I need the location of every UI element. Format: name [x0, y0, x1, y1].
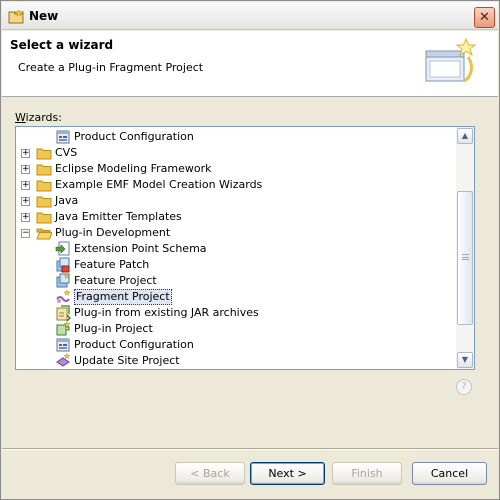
- tree-item[interactable]: Product Configuration: [16, 337, 456, 353]
- wizards-label-accelerator: W: [15, 111, 26, 124]
- tree-item-label: Plug-in from existing JAR archives: [74, 306, 259, 319]
- wizards-label-text: izards:: [25, 111, 62, 124]
- tree-item[interactable]: Plug-in from existing JAR archives: [16, 305, 456, 322]
- folder-icon: [36, 193, 52, 209]
- back-button[interactable]: < Back: [175, 462, 245, 485]
- page-title: Select a wizard: [10, 38, 114, 52]
- update-site-icon: [55, 352, 71, 369]
- footer-separator: [2, 448, 498, 450]
- tree-item[interactable]: Plug-in Project: [16, 320, 456, 337]
- fragment-project-icon: [55, 289, 71, 305]
- tree-item-label: Fragment Project: [74, 289, 172, 305]
- tree-item[interactable]: Product Configuration: [16, 129, 456, 145]
- title-bar[interactable]: New ✕: [2, 2, 498, 30]
- folder-icon: [36, 177, 52, 193]
- tree-item[interactable]: Extension Point Schema: [16, 241, 456, 257]
- tree-item[interactable]: + Java Emitter Templates: [16, 209, 456, 225]
- page-description: Create a Plug-in Fragment Project: [18, 61, 204, 74]
- expand-icon[interactable]: +: [21, 149, 30, 158]
- scroll-thumb[interactable]: [457, 191, 473, 325]
- tree-vertical-scrollbar[interactable]: ▲ ▼: [456, 127, 474, 369]
- scroll-up-button[interactable]: ▲: [457, 128, 473, 144]
- tree-item-label: Feature Project: [74, 274, 157, 287]
- tree-item-label: Eclipse Modeling Framework: [55, 162, 212, 175]
- expand-icon[interactable]: +: [21, 181, 30, 190]
- plugin-project-icon: [55, 320, 71, 337]
- folder-icon: [36, 145, 52, 161]
- expand-icon[interactable]: +: [21, 197, 30, 206]
- new-wizard-dialog: New ✕ Select a wizard Create a Plug-in F…: [0, 0, 500, 500]
- next-button[interactable]: Next >: [250, 462, 325, 485]
- tree-item-label: Java Emitter Templates: [55, 210, 182, 223]
- open-folder-icon: [36, 225, 53, 241]
- tree-item[interactable]: Feature Patch: [16, 257, 456, 273]
- tree-item[interactable]: − Plug-in Development: [16, 225, 456, 241]
- feature-patch-icon: [55, 257, 71, 273]
- expand-icon[interactable]: +: [21, 213, 30, 222]
- plugin-jar-icon: [55, 305, 71, 322]
- wizards-label: Wizards:: [15, 111, 62, 124]
- tree-item[interactable]: Feature Project: [16, 272, 456, 289]
- chevron-down-icon: ▼: [461, 355, 469, 364]
- folder-icon: [36, 209, 52, 225]
- tree-item-label: Extension Point Schema: [74, 242, 207, 255]
- tree-item-label: Update Site Project: [74, 354, 180, 367]
- folder-icon: [36, 161, 52, 177]
- tree-item[interactable]: + Eclipse Modeling Framework: [16, 161, 456, 177]
- tree-item-label: Java: [55, 194, 79, 207]
- tree-item[interactable]: + Java: [16, 193, 456, 209]
- tree-item[interactable]: Fragment Project: [16, 289, 456, 305]
- eclipse-app-icon: [8, 9, 24, 24]
- finish-button[interactable]: Finish: [332, 462, 402, 485]
- grip-icon: [462, 254, 469, 260]
- window-title: New: [29, 9, 59, 23]
- help-glyph: ?: [461, 381, 467, 392]
- tree-item-label: Product Configuration: [74, 130, 194, 143]
- tree-item[interactable]: + CVS: [16, 145, 456, 161]
- close-icon: ✕: [479, 10, 490, 25]
- tree-item-label: Example EMF Model Creation Wizards: [55, 178, 263, 191]
- tree-item-label: Plug-in Development: [55, 226, 171, 239]
- wizard-tree[interactable]: Product Configuration + CVS + Eclipse Modeli…: [15, 126, 475, 370]
- tree-item-label: CVS: [55, 146, 78, 159]
- tree-item[interactable]: Update Site Project: [16, 352, 456, 369]
- tree-item-label: Feature Patch: [74, 258, 150, 271]
- product-config-icon: [55, 337, 71, 353]
- tree-item-label: Product Configuration: [74, 338, 194, 351]
- new-wizard-banner-icon: [425, 37, 477, 83]
- cancel-button[interactable]: Cancel: [412, 462, 487, 485]
- schema-icon: [55, 241, 71, 257]
- collapse-icon[interactable]: −: [21, 229, 30, 238]
- feature-project-icon: [55, 272, 71, 289]
- close-button[interactable]: ✕: [474, 7, 495, 28]
- product-config-icon: [55, 129, 71, 145]
- help-icon[interactable]: ?: [456, 379, 472, 395]
- wizard-header: Select a wizard Create a Plug-in Fragmen…: [2, 31, 498, 97]
- scroll-down-button[interactable]: ▼: [457, 352, 473, 368]
- chevron-up-icon: ▲: [461, 131, 469, 140]
- expand-icon[interactable]: +: [21, 165, 30, 174]
- tree-item[interactable]: + Example EMF Model Creation Wizards: [16, 177, 456, 193]
- tree-item-label: Plug-in Project: [74, 322, 153, 335]
